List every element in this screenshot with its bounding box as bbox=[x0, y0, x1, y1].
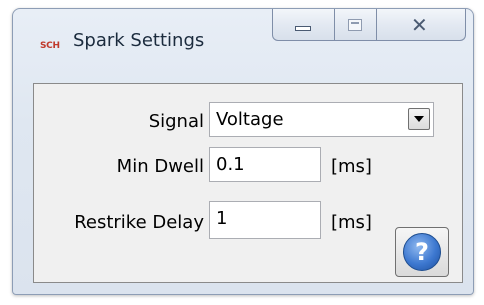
signal-label: Signal bbox=[148, 111, 204, 132]
app-icon: SCH bbox=[40, 41, 60, 51]
caption-buttons: ✕ bbox=[272, 9, 466, 43]
spark-settings-window: SCH Spark Settings ✕ Signal Voltage Min … bbox=[12, 8, 474, 295]
restrike-delay-label: Restrike Delay bbox=[74, 212, 204, 233]
title-bar[interactable]: SCH Spark Settings ✕ bbox=[13, 9, 473, 67]
help-icon: ? bbox=[403, 233, 441, 271]
min-dwell-value: 0.1 bbox=[216, 154, 245, 175]
maximize-button[interactable] bbox=[335, 9, 377, 41]
min-dwell-label: Min Dwell bbox=[116, 156, 204, 177]
signal-dropdown[interactable]: Voltage bbox=[209, 102, 434, 137]
chevron-down-icon[interactable] bbox=[408, 108, 430, 130]
minimize-button[interactable] bbox=[272, 9, 335, 41]
min-dwell-unit: [ms] bbox=[331, 156, 372, 177]
window-title: Spark Settings bbox=[73, 30, 205, 51]
restrike-delay-value: 1 bbox=[216, 208, 228, 229]
restrike-delay-unit: [ms] bbox=[331, 212, 372, 233]
close-button[interactable]: ✕ bbox=[377, 9, 466, 41]
restrike-delay-field[interactable]: 1 bbox=[209, 201, 321, 239]
minimize-icon bbox=[295, 26, 311, 31]
min-dwell-field[interactable]: 0.1 bbox=[209, 147, 321, 182]
signal-value: Voltage bbox=[216, 109, 284, 130]
help-button[interactable]: ? bbox=[395, 227, 449, 277]
maximize-icon bbox=[348, 19, 362, 31]
close-icon: ✕ bbox=[411, 13, 428, 37]
